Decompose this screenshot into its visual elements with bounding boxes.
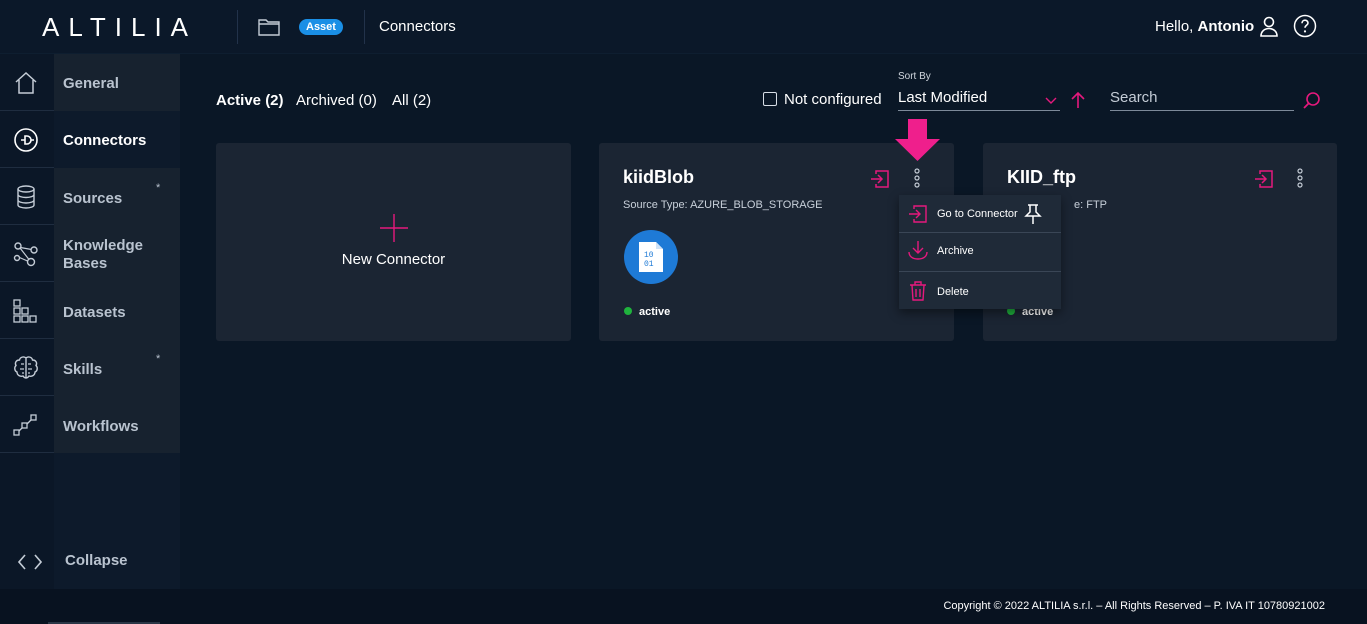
sort-by-label: Sort By bbox=[898, 71, 931, 82]
header-divider bbox=[364, 10, 365, 44]
menu-item-label: Go to Connector bbox=[937, 208, 1018, 220]
header-divider bbox=[237, 10, 238, 44]
connector-source-type: Source Type: AZURE_BLOB_STORAGE bbox=[623, 199, 823, 211]
archive-icon bbox=[908, 241, 928, 260]
menu-item-archive[interactable]: Archive bbox=[899, 233, 1061, 271]
chevron-down-icon[interactable] bbox=[1045, 95, 1057, 105]
sidebar-item-connectors[interactable]: Connectors bbox=[0, 111, 180, 168]
sort-by-select[interactable]: Last Modified bbox=[898, 89, 1060, 111]
folder-icon[interactable] bbox=[258, 17, 280, 37]
sidebar-star: * bbox=[156, 353, 161, 365]
sidebar-item-label: Workflows bbox=[63, 418, 139, 435]
azure-blob-icon: 10 01 bbox=[624, 230, 678, 284]
enter-icon bbox=[909, 205, 927, 223]
pin-icon[interactable] bbox=[1024, 203, 1042, 225]
new-connector-card[interactable]: New Connector bbox=[216, 143, 571, 341]
sidebar-item-skills[interactable]: Skills * bbox=[0, 339, 180, 396]
sort-by-value: Last Modified bbox=[898, 89, 988, 106]
greeting-text: Hello, bbox=[1155, 18, 1194, 35]
menu-item-label: Delete bbox=[937, 286, 969, 298]
grid-icon bbox=[13, 299, 37, 323]
sidebar-item-knowledge-bases[interactable]: Knowledge Bases bbox=[0, 225, 180, 282]
plug-icon bbox=[14, 128, 38, 152]
enter-icon[interactable] bbox=[870, 169, 890, 189]
search-input[interactable]: Search bbox=[1110, 89, 1294, 111]
collapse-button[interactable]: Collapse bbox=[0, 535, 180, 589]
user-icon[interactable] bbox=[1259, 16, 1279, 38]
graph-icon bbox=[13, 242, 38, 267]
tab-active[interactable]: Active (2) bbox=[216, 92, 284, 109]
sort-ascending-icon[interactable] bbox=[1069, 91, 1087, 109]
connector-name: kiidBlob bbox=[623, 167, 694, 187]
sidebar-item-label: Sources bbox=[63, 190, 123, 207]
more-vertical-icon[interactable] bbox=[1296, 167, 1304, 189]
brain-icon bbox=[14, 356, 38, 379]
menu-item-delete[interactable]: Delete bbox=[899, 272, 1061, 310]
sidebar-item-datasets[interactable]: Datasets bbox=[0, 282, 180, 339]
connector-source-type: e: FTP bbox=[1074, 199, 1108, 211]
search-placeholder: Search bbox=[1110, 89, 1158, 106]
user-name: Antonio bbox=[1197, 18, 1255, 35]
more-vertical-icon[interactable] bbox=[913, 167, 921, 189]
sidebar-item-label: Knowledge Bases bbox=[63, 237, 144, 272]
sidebar-item-sources[interactable]: Sources * bbox=[0, 168, 180, 225]
not-configured-label: Not configured bbox=[784, 91, 882, 108]
sidebar-item-label: Connectors bbox=[63, 132, 147, 149]
top-bar: ALTILIA Asset Connectors Hello, Antonio bbox=[0, 0, 1367, 54]
enter-icon[interactable] bbox=[1254, 169, 1274, 189]
page-title: Connectors bbox=[379, 18, 456, 35]
sidebar: General Connectors Sources * Knowledge B… bbox=[0, 54, 180, 589]
footer: Copyright © 2022 ALTILIA s.r.l. – All Ri… bbox=[0, 589, 1367, 624]
connector-status: active bbox=[624, 306, 670, 318]
annotation-arrow-icon bbox=[895, 119, 940, 161]
collapse-label: Collapse bbox=[65, 552, 128, 569]
sidebar-item-label: Skills bbox=[63, 361, 103, 378]
altilia-logo[interactable]: ALTILIA bbox=[42, 12, 197, 43]
tab-archived[interactable]: Archived (0) bbox=[296, 92, 377, 109]
asset-badge: Asset bbox=[299, 19, 343, 35]
home-icon bbox=[15, 71, 37, 94]
plus-icon bbox=[380, 214, 408, 242]
code-brackets-icon bbox=[18, 554, 42, 570]
sidebar-item-label: General bbox=[63, 75, 119, 92]
copyright-text: Copyright © 2022 ALTILIA s.r.l. – All Ri… bbox=[943, 600, 1325, 612]
search-icon[interactable] bbox=[1302, 90, 1322, 110]
workflow-icon bbox=[13, 414, 37, 436]
not-configured-checkbox[interactable] bbox=[763, 92, 777, 106]
status-dot bbox=[624, 307, 632, 315]
svg-text:10: 10 bbox=[644, 251, 654, 260]
sidebar-item-workflows[interactable]: Workflows bbox=[0, 396, 180, 453]
status-text: active bbox=[639, 306, 671, 318]
help-icon[interactable] bbox=[1293, 14, 1317, 38]
sidebar-item-general[interactable]: General bbox=[0, 54, 180, 111]
connector-name: KIID_ftp bbox=[1007, 167, 1076, 187]
sidebar-star: * bbox=[156, 182, 161, 194]
svg-text:01: 01 bbox=[644, 260, 654, 269]
sidebar-item-label: Datasets bbox=[63, 304, 126, 321]
new-connector-label: New Connector bbox=[341, 251, 446, 268]
database-icon bbox=[17, 185, 35, 209]
trash-icon bbox=[910, 281, 926, 301]
tab-all[interactable]: All (2) bbox=[392, 92, 431, 109]
menu-item-label: Archive bbox=[937, 245, 974, 257]
user-greeting: Hello, Antonio bbox=[1155, 18, 1254, 35]
